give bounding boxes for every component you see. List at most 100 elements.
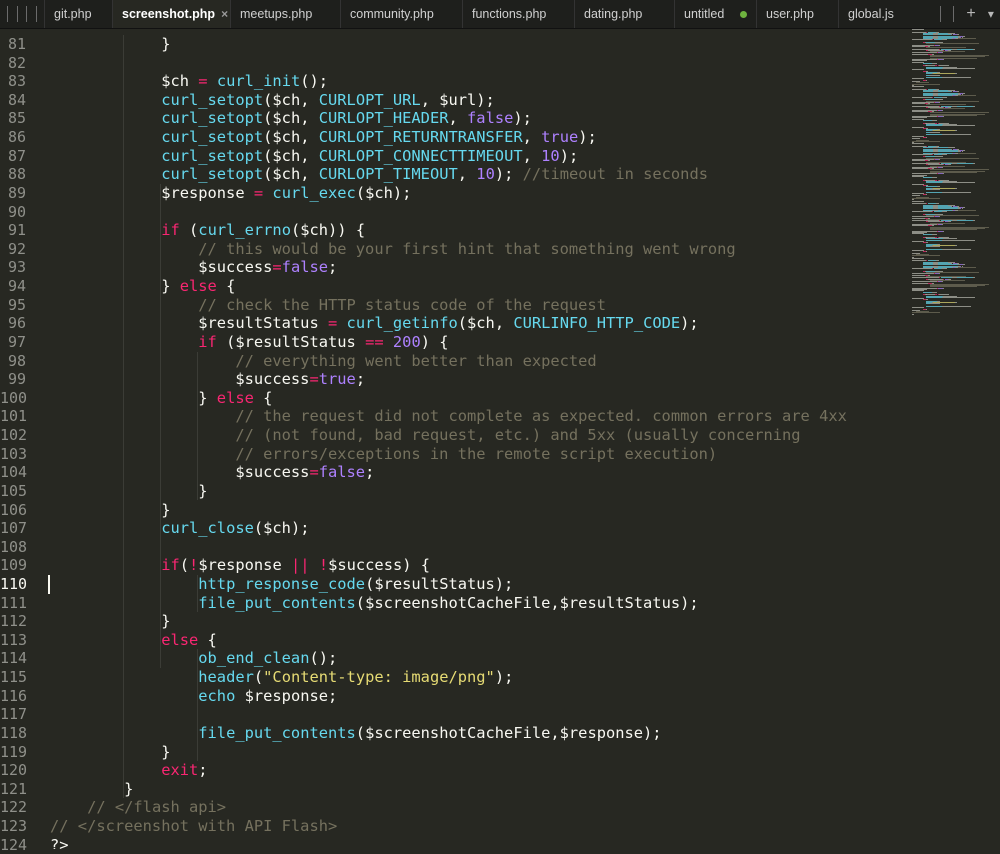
code-line[interactable]: exit; xyxy=(50,761,207,780)
code-line[interactable]: } else { xyxy=(50,277,235,296)
code-line[interactable]: } xyxy=(50,35,170,54)
tab-screenshot-php[interactable]: screenshot.php × xyxy=(112,0,230,28)
tab-scroll-right-2[interactable] xyxy=(953,6,955,22)
minimap-mark xyxy=(955,130,957,132)
close-tab-icon[interactable]: × xyxy=(215,7,228,21)
code-line[interactable]: } xyxy=(50,743,170,762)
code-line[interactable]: if(!$response || !$success) { xyxy=(50,556,430,575)
line-number: 89 xyxy=(7,183,26,202)
code-token: // errors/exceptions in the remote scrip… xyxy=(235,444,718,463)
code-token: ; xyxy=(355,370,366,389)
code-line[interactable]: } xyxy=(50,482,207,501)
line-number-gutter[interactable]: 81 82 83 84 85 86 87 88 89 90 91 92 93 94 95 96 97 98 99 10… xyxy=(0,29,42,854)
code-line[interactable]: header("Content-type: image/png"); xyxy=(50,668,513,687)
code-token: } xyxy=(50,612,171,631)
code-line[interactable]: $success=false; xyxy=(50,258,337,277)
code-token: , xyxy=(448,109,468,128)
code-token: else xyxy=(179,277,217,296)
tab-community-php[interactable]: community.php xyxy=(340,0,462,28)
code-line[interactable]: // </screenshot with API Flash> xyxy=(50,817,337,836)
minimap-mark xyxy=(957,48,974,50)
code-token: , xyxy=(522,128,542,147)
minimap-mark xyxy=(912,217,925,219)
code-line[interactable]: $ch = curl_init(); xyxy=(50,72,328,91)
minimap-mark xyxy=(912,225,929,227)
minimap-mark xyxy=(933,153,942,155)
tab-scroll-right[interactable] xyxy=(940,6,942,22)
code-token: ); xyxy=(494,668,514,687)
minimap-mark xyxy=(922,62,932,64)
minimap-mark xyxy=(912,168,929,170)
code-line[interactable]: ?> xyxy=(50,836,69,849)
code-line[interactable]: // this would be your first hint that so… xyxy=(50,240,735,259)
minimap-mark xyxy=(930,188,940,190)
code-token: ?> xyxy=(50,835,69,849)
minimap-mark xyxy=(931,234,938,236)
tab-menu-chevron-down-icon[interactable]: ▾ xyxy=(988,7,994,21)
tab-meetups-php[interactable]: meetups.php xyxy=(230,0,340,28)
tab-git-php[interactable]: git.php xyxy=(44,0,112,28)
minimap-mark xyxy=(933,39,942,41)
minimap-mark xyxy=(933,268,942,270)
code-line[interactable]: // check the HTTP status code of the req… xyxy=(50,296,606,315)
code-line[interactable]: } xyxy=(50,780,133,799)
code-line[interactable]: echo $response; xyxy=(50,687,337,706)
minimap-mark xyxy=(926,136,928,138)
minimap-mark xyxy=(922,234,932,236)
code-line[interactable]: ob_end_clean(); xyxy=(50,649,337,668)
minimap-mark xyxy=(926,77,942,79)
minimap[interactable] xyxy=(912,29,1000,315)
code-line[interactable]: curl_close($ch); xyxy=(50,519,309,538)
code-token: CURLOPT_CONNECTTIMEOUT xyxy=(318,146,523,165)
tab-functions-php[interactable]: functions.php xyxy=(462,0,574,28)
code-token: } xyxy=(50,500,171,519)
minimap-mark xyxy=(963,35,966,37)
tab-label: user.php xyxy=(766,7,814,21)
code-line[interactable]: curl_setopt($ch, CURLOPT_RETURNTRANSFER,… xyxy=(50,128,597,147)
code-line[interactable]: } xyxy=(50,612,170,631)
minimap-mark xyxy=(957,95,976,97)
tab-user-php[interactable]: user.php xyxy=(756,0,838,28)
code-line[interactable]: curl_setopt($ch, CURLOPT_CONNECTTIMEOUT,… xyxy=(50,147,578,166)
code-line[interactable]: curl_setopt($ch, CURLOPT_URL, $url); xyxy=(50,91,495,110)
code-line[interactable]: http_response_code($resultStatus); xyxy=(50,575,513,594)
code-token: $resultStatus xyxy=(50,314,328,333)
code-line[interactable]: $response = curl_exec($ch); xyxy=(50,184,411,203)
code-line[interactable]: if ($resultStatus == 200) { xyxy=(50,332,448,352)
code-line[interactable]: // errors/exceptions in the remote scrip… xyxy=(50,445,717,464)
code-line[interactable]: } xyxy=(50,501,170,520)
new-tab-button[interactable]: + xyxy=(966,5,975,23)
tab-label: git.php xyxy=(54,7,92,21)
unsaved-dot-icon[interactable] xyxy=(740,10,747,18)
tab-untitled[interactable]: untitled xyxy=(674,0,756,28)
code-line[interactable]: $success=true; xyxy=(50,370,365,389)
tab-global-js[interactable]: global.js xyxy=(838,0,926,28)
code-token: if xyxy=(198,332,217,351)
minimap-mark xyxy=(926,68,942,69)
tab-scroll-left[interactable] xyxy=(0,0,44,28)
minimap-mark xyxy=(957,105,974,107)
code-line[interactable]: $success=false; xyxy=(50,463,374,482)
tab-label: screenshot.php xyxy=(122,7,216,21)
code-line[interactable]: // the request did not complete as expec… xyxy=(50,407,847,426)
minimap-mark xyxy=(926,308,928,310)
code-token: { xyxy=(198,630,217,649)
code-line[interactable]: if (curl_errno($ch)) { xyxy=(50,221,365,240)
code-line[interactable]: $resultStatus = curl_getinfo($ch, CURLIN… xyxy=(50,314,698,333)
code-line[interactable]: // (not found, bad request, etc.) and 5x… xyxy=(50,426,800,445)
code-line[interactable]: else { xyxy=(50,631,217,650)
code-line[interactable]: curl_setopt($ch, CURLOPT_TIMEOUT, 10); /… xyxy=(50,165,708,184)
minimap-mark xyxy=(926,239,942,241)
minimap-mark xyxy=(939,216,940,218)
minimap-mark xyxy=(922,291,932,293)
code-editor[interactable]: } $ch = curl_init(); curl_setopt($ch, CU… xyxy=(50,29,910,849)
tab-dating-php[interactable]: dating.php xyxy=(574,0,674,28)
code-line[interactable]: file_put_contents($screenshotCacheFile,$… xyxy=(50,594,698,613)
code-line[interactable]: file_put_contents($screenshotCacheFile,$… xyxy=(50,724,661,743)
code-line[interactable]: // everything went better than expected xyxy=(50,352,596,371)
code-line[interactable]: // </flash api> xyxy=(50,798,226,817)
code-token: if xyxy=(161,556,180,575)
